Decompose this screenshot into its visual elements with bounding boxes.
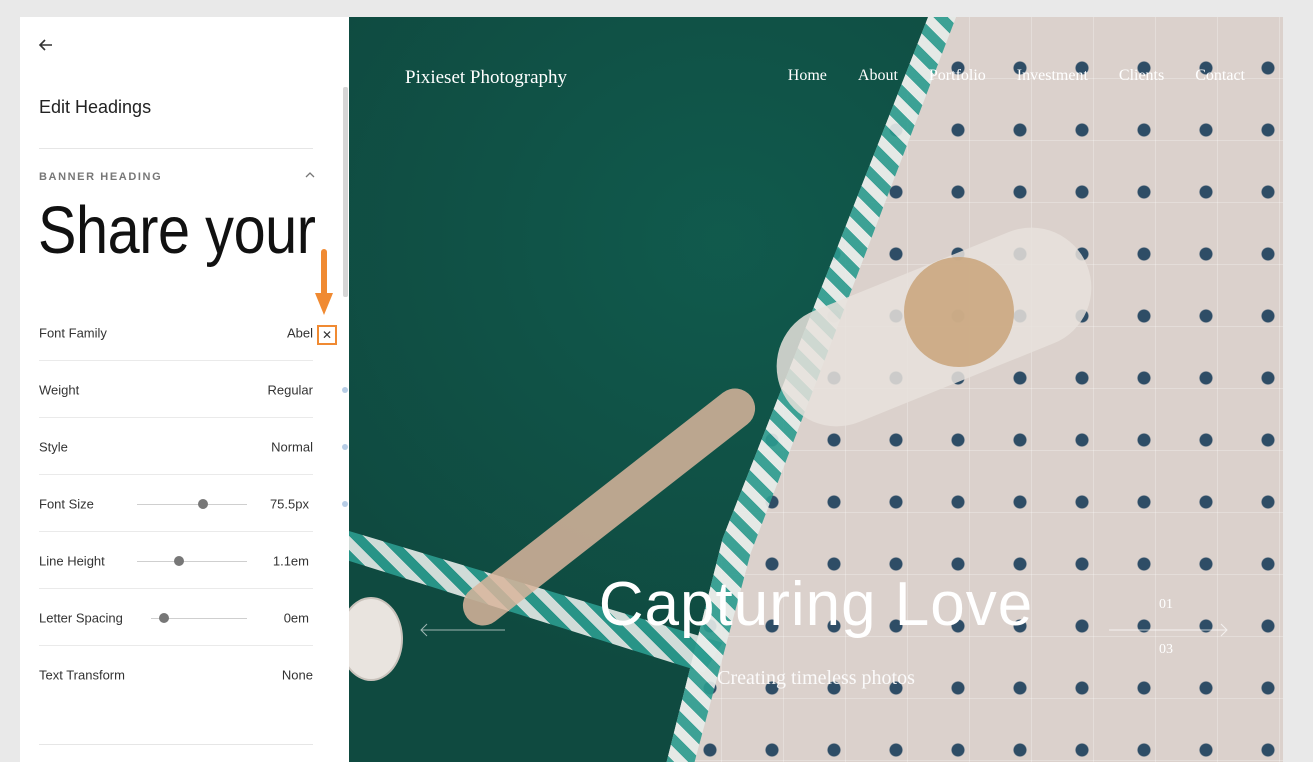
line-height-label: Line Height	[39, 553, 105, 568]
prev-slide-arrow-icon[interactable]	[417, 620, 507, 640]
font-family-label: Font Family	[39, 325, 107, 340]
nav-investment[interactable]: Investment	[1017, 67, 1088, 85]
next-slide-arrow-icon[interactable]	[1109, 620, 1231, 640]
text-transform-value[interactable]: None	[282, 667, 313, 682]
slider-thumb[interactable]	[198, 498, 208, 509]
style-label: Style	[39, 439, 68, 454]
letter-spacing-row: Letter Spacing 0em	[39, 589, 313, 646]
site-nav: Home About Portfolio Investment Clients …	[788, 67, 1245, 85]
letter-spacing-label: Letter Spacing	[39, 610, 123, 625]
letter-spacing-value: 0em	[283, 610, 309, 625]
font-size-label: Font Size	[39, 496, 94, 511]
section-label: BANNER HEADING	[39, 171, 163, 183]
site-preview: Pixieset Photography Home About Portfoli…	[349, 17, 1283, 762]
style-value[interactable]: Normal	[271, 439, 313, 454]
style-row[interactable]: Style Normal	[39, 418, 348, 475]
photo-subject-hat	[904, 257, 1014, 367]
hero-subheading: Creating timeless photos	[717, 667, 915, 689]
modified-dot-icon	[342, 500, 348, 507]
divider	[39, 744, 313, 745]
modified-dot-icon	[342, 386, 348, 393]
nav-clients[interactable]: Clients	[1119, 67, 1164, 85]
line-height-value: 1.1em	[272, 553, 309, 568]
chevron-up-icon[interactable]	[303, 168, 317, 182]
heading-preview: Share your	[38, 193, 316, 268]
modified-dot-icon	[342, 443, 348, 450]
edit-panel: Edit Headings BANNER HEADING Share your …	[20, 17, 349, 762]
nav-about[interactable]: About	[858, 67, 898, 85]
site-brand[interactable]: Pixieset Photography	[405, 67, 567, 89]
text-transform-row[interactable]: Text Transform None	[39, 646, 313, 703]
font-size-value: 75.5px	[269, 496, 309, 511]
font-family-value[interactable]: Abel	[287, 325, 313, 340]
font-size-row: Font Size 75.5px	[39, 475, 348, 532]
divider	[39, 148, 313, 149]
panel-title: Edit Headings	[39, 97, 152, 117]
nav-contact[interactable]: Contact	[1195, 67, 1245, 85]
annotation-arrow-icon	[315, 249, 333, 315]
slide-counter-current: 01	[1159, 597, 1173, 612]
text-transform-label: Text Transform	[39, 667, 125, 682]
font-family-row[interactable]: Font Family Abel	[39, 304, 313, 361]
letter-spacing-slider[interactable]	[151, 612, 247, 623]
weight-value[interactable]: Regular	[267, 382, 313, 397]
slider-thumb[interactable]	[173, 555, 184, 566]
weight-label: Weight	[39, 382, 80, 397]
slider-thumb[interactable]	[159, 612, 170, 623]
line-height-row: Line Height 1.1em	[39, 532, 313, 589]
nav-portfolio[interactable]: Portfolio	[929, 67, 986, 85]
back-arrow-icon[interactable]	[36, 35, 56, 55]
weight-row[interactable]: Weight Regular	[39, 361, 348, 418]
scrollbar[interactable]	[343, 87, 348, 297]
line-height-slider[interactable]	[137, 555, 247, 566]
font-size-slider[interactable]	[137, 498, 247, 509]
clear-font-button[interactable]: ✕	[317, 325, 337, 345]
slide-counter-total: 03	[1159, 642, 1173, 657]
nav-home[interactable]: Home	[788, 67, 827, 85]
